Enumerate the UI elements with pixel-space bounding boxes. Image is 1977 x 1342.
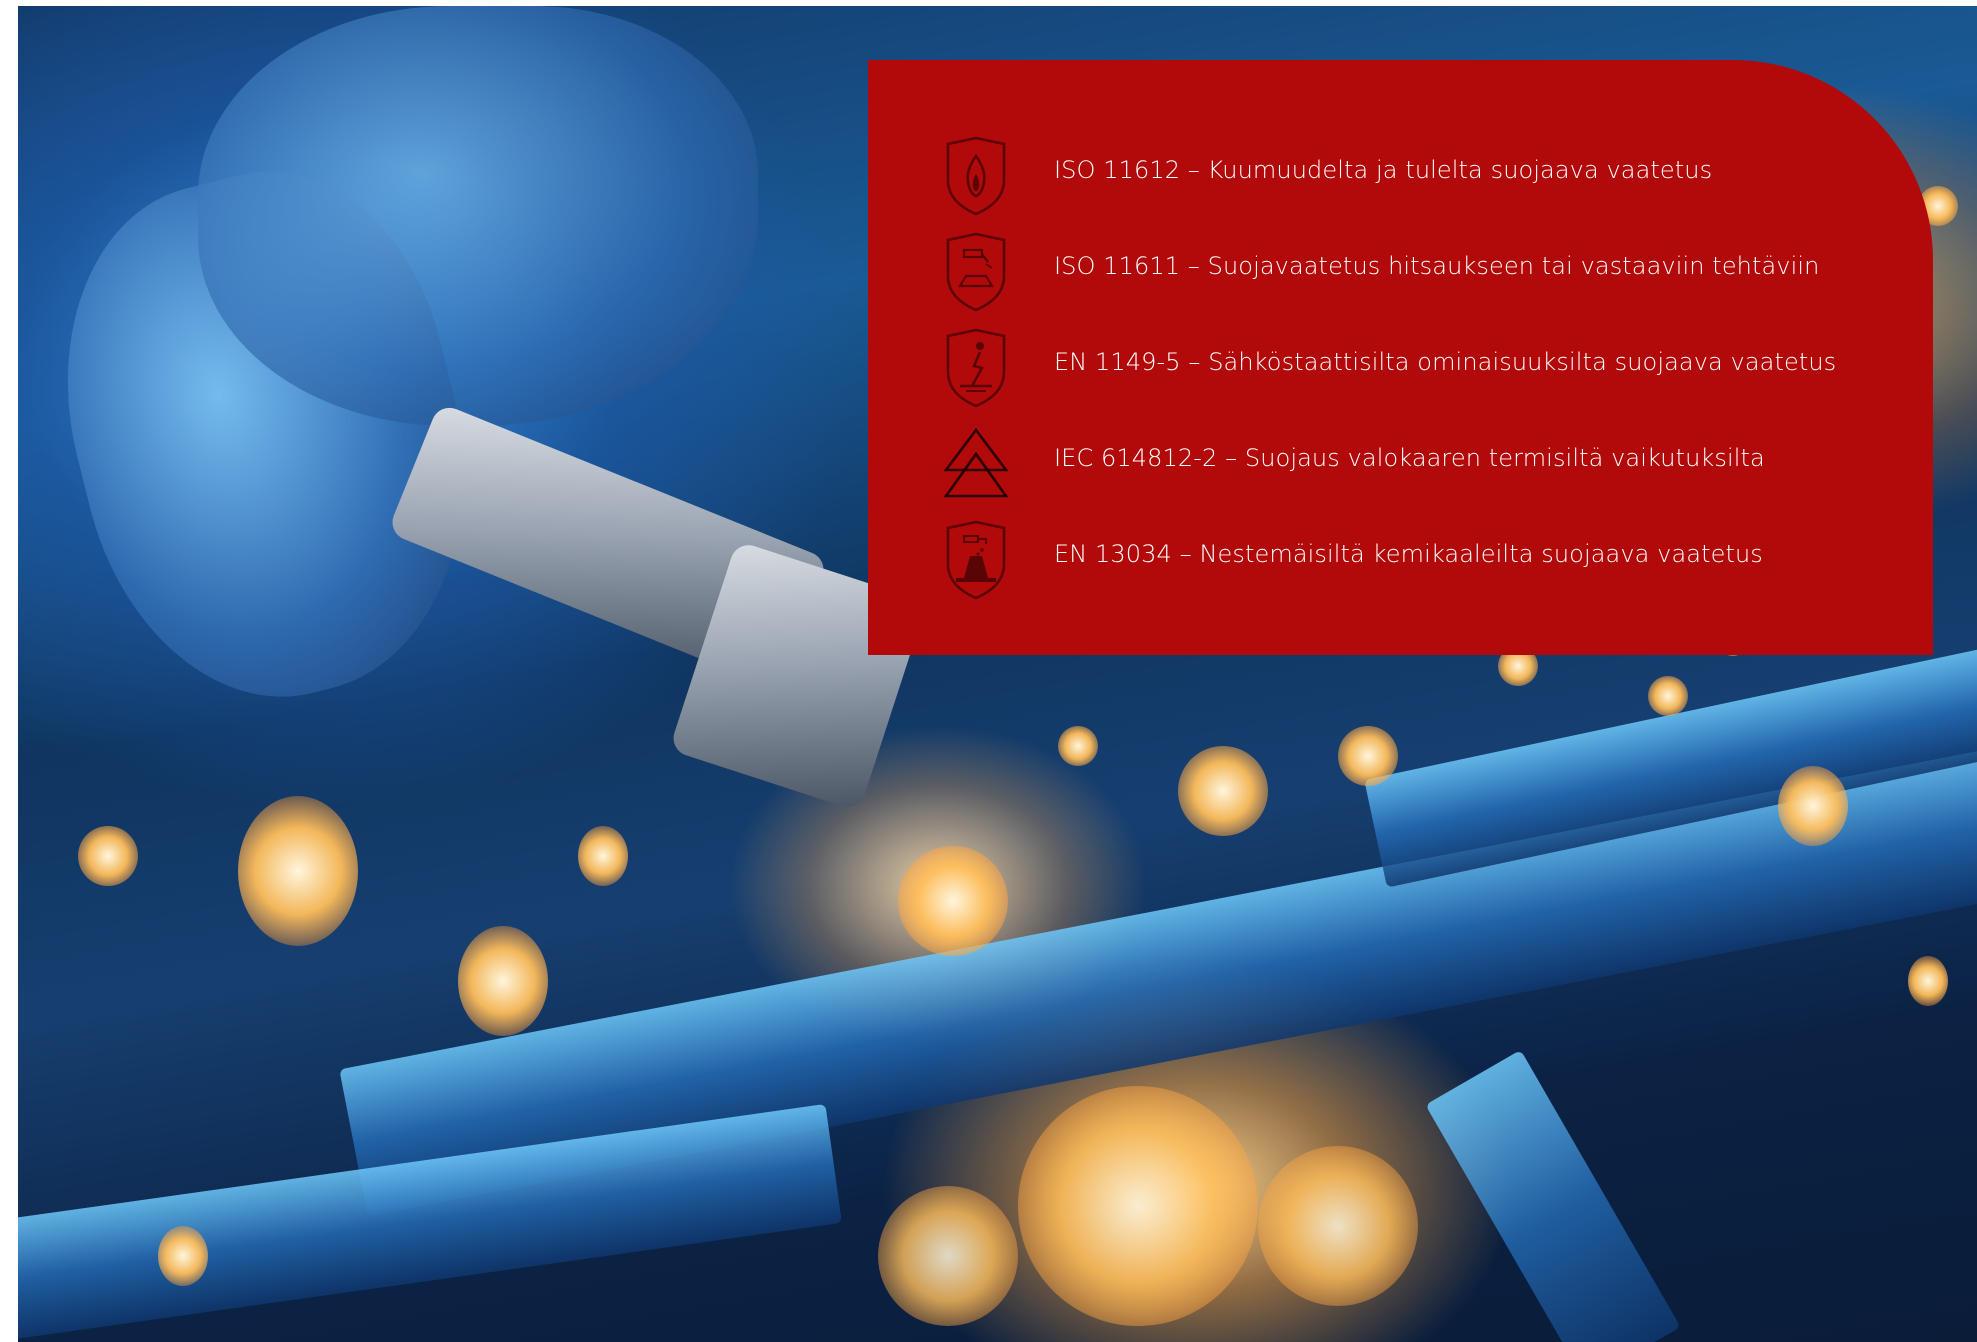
flame-shield-icon [946, 136, 1006, 216]
spark [1058, 726, 1098, 766]
spark [1018, 1086, 1258, 1326]
chemical-shield-icon [946, 520, 1006, 600]
certification-label: ISO 11611 – Suojavaatetus hitsaukseen ta… [1054, 252, 1820, 280]
spark [158, 1226, 208, 1286]
sleeve [198, 6, 758, 426]
spark [1178, 746, 1268, 836]
spark [878, 1186, 1018, 1326]
certification-label: IEC 614812-2 – Suojaus valokaaren termis… [1054, 444, 1765, 472]
certification-item: ISO 11611 – Suojavaatetus hitsaukseen ta… [868, 226, 1933, 312]
certification-item: IEC 614812-2 – Suojaus valokaaren termis… [868, 418, 1933, 498]
spark [1338, 726, 1398, 786]
spark [578, 826, 628, 886]
spark [898, 846, 1008, 956]
welding-shield-icon [946, 232, 1006, 312]
spark [238, 796, 358, 946]
electrostatic-shield-icon [946, 328, 1006, 408]
page: ISO 11612 – Kuumuudelta ja tulelta suoja… [0, 0, 1977, 1342]
certification-item: ISO 11612 – Kuumuudelta ja tulelta suoja… [868, 130, 1933, 216]
arc-flash-icon [943, 427, 1009, 498]
certification-label: EN 1149-5 – Sähköstaattisilta ominaisuuk… [1054, 348, 1837, 376]
spark [1648, 676, 1688, 716]
spark [1778, 766, 1848, 846]
spark [1258, 1146, 1418, 1306]
certification-panel: ISO 11612 – Kuumuudelta ja tulelta suoja… [868, 60, 1933, 655]
certification-item: EN 1149-5 – Sähköstaattisilta ominaisuuk… [868, 322, 1933, 408]
certification-label: EN 13034 – Nestemäisiltä kemikaaleilta s… [1054, 540, 1763, 568]
spark [458, 926, 548, 1036]
spark [78, 826, 138, 886]
certification-label: ISO 11612 – Kuumuudelta ja tulelta suoja… [1054, 156, 1713, 184]
steel-beam [1425, 1049, 1681, 1342]
certification-item: EN 13034 – Nestemäisiltä kemikaaleilta s… [868, 514, 1933, 600]
spark [1908, 956, 1948, 1006]
